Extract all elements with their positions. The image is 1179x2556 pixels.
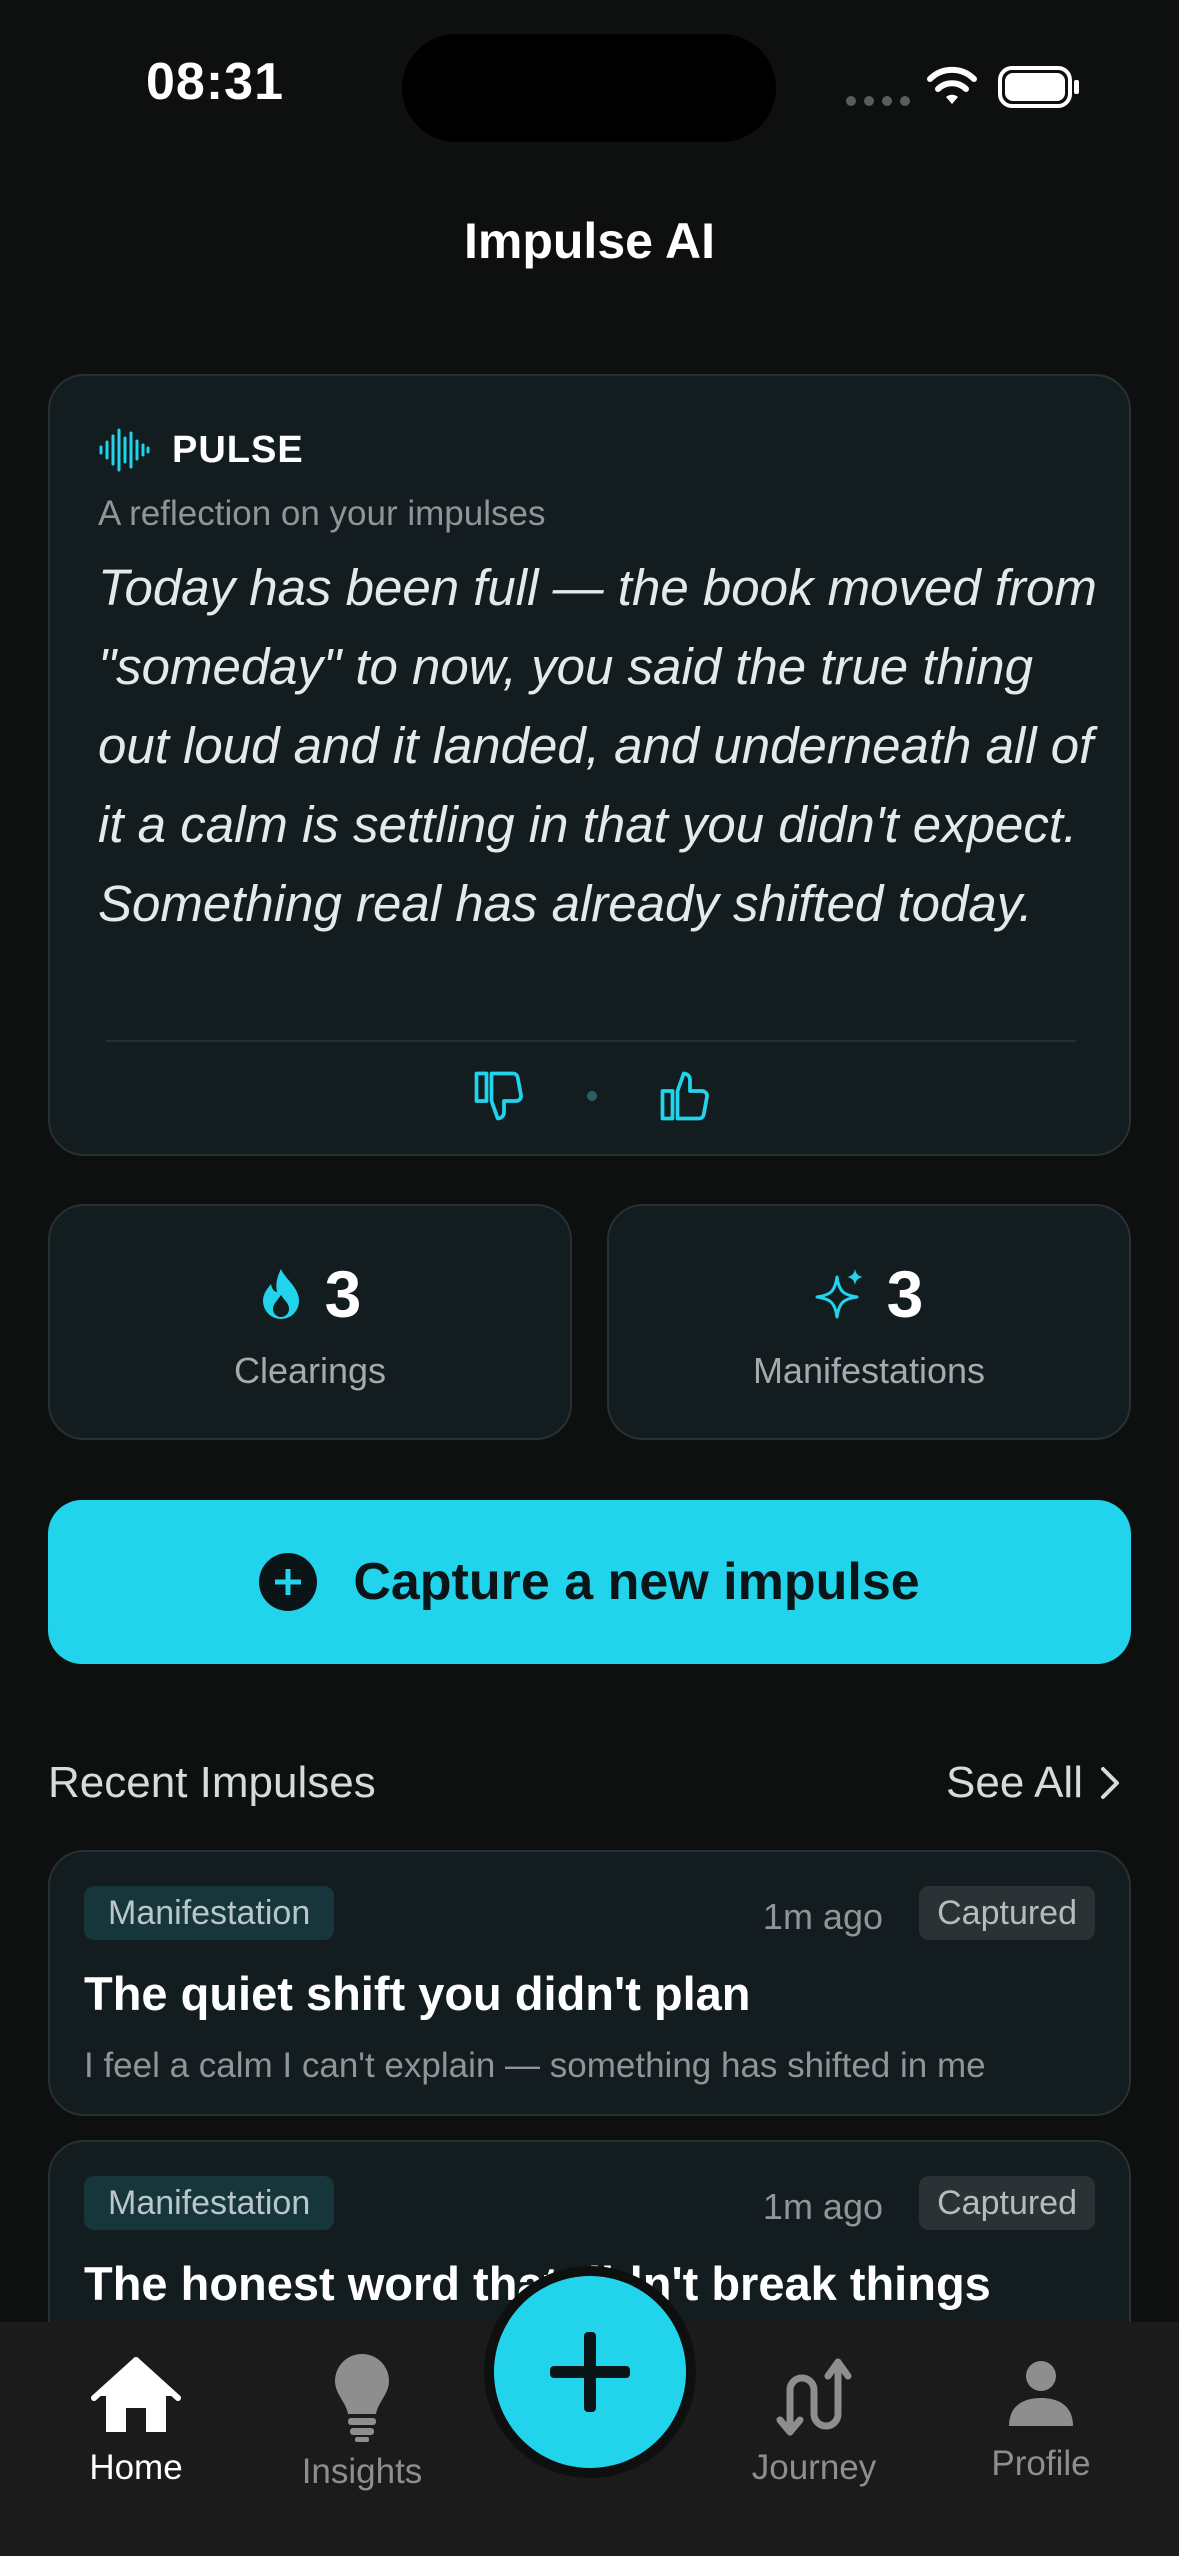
clearings-stat-card[interactable]: 3 Clearings [48,1204,572,1440]
person-icon [1009,2361,1073,2426]
tab-profile-label: Profile [991,2444,1091,2483]
impulse-tag: Manifestation [84,2176,335,2230]
pulse-card: PULSE A reflection on your impulses Toda… [48,374,1131,1156]
chevron-right-icon [1100,1767,1119,1799]
plus-circle-icon [259,1553,318,1611]
manifestations-stat-card[interactable]: 3 Manifestations [607,1204,1131,1440]
dynamic-island [402,34,776,142]
page-title: Impulse AI [464,213,715,269]
journey-icon [776,2358,852,2436]
add-impulse-fab[interactable] [494,2276,686,2468]
clearings-label: Clearings [233,1350,387,1391]
feedback-separator [586,1091,597,1101]
pulse-subtitle: A reflection on your impulses [98,494,546,533]
recent-impulses-heading: Recent Impulses [48,1758,376,1807]
wifi-icon [927,66,977,104]
tab-insights-label: Insights [301,2452,423,2491]
impulse-title: The quiet shift you didn't plan [84,1967,751,2020]
impulse-time: 1m ago [762,2186,883,2227]
clearings-count: 3 [324,1257,362,1331]
capture-button-label: Capture a new impulse [353,1553,920,1611]
pulse-header: PULSE [98,428,304,472]
see-all-link[interactable]: See All [946,1758,1121,1808]
flame-icon [262,1269,299,1319]
impulse-status-badge: Captured [919,2176,1095,2230]
feedback-row [50,1066,1133,1126]
lightbulb-icon [335,2354,389,2442]
tab-home-label: Home [89,2448,183,2487]
thumbs-up-icon[interactable] [655,1066,715,1126]
impulse-status-badge: Captured [919,1886,1095,1940]
capture-impulse-button[interactable]: Capture a new impulse [48,1500,1131,1664]
home-icon [91,2357,181,2432]
waveform-icon [99,428,150,472]
battery-icon [998,66,1079,108]
impulse-tag: Manifestation [84,1886,335,1940]
status-time: 08:31 [146,53,284,111]
divider [106,1040,1076,1042]
sparkles-icon [815,1269,863,1319]
manifestations-count: 3 [886,1257,924,1331]
cellular-signal-icon [846,96,910,106]
pulse-label: PULSE [172,428,304,471]
impulse-body: I feel a calm I can't explain — somethin… [84,2046,986,2085]
thumbs-down-icon[interactable] [469,1066,529,1126]
tab-journey-label: Journey [751,2448,877,2487]
pulse-reflection-text: Today has been full — the book moved fro… [98,559,1097,932]
manifestations-label: Manifestations [752,1350,986,1391]
impulse-time: 1m ago [762,1896,883,1937]
see-all-label: See All [946,1758,1083,1807]
impulse-card[interactable]: Manifestation 1m ago Captured The quiet … [48,1850,1131,2116]
